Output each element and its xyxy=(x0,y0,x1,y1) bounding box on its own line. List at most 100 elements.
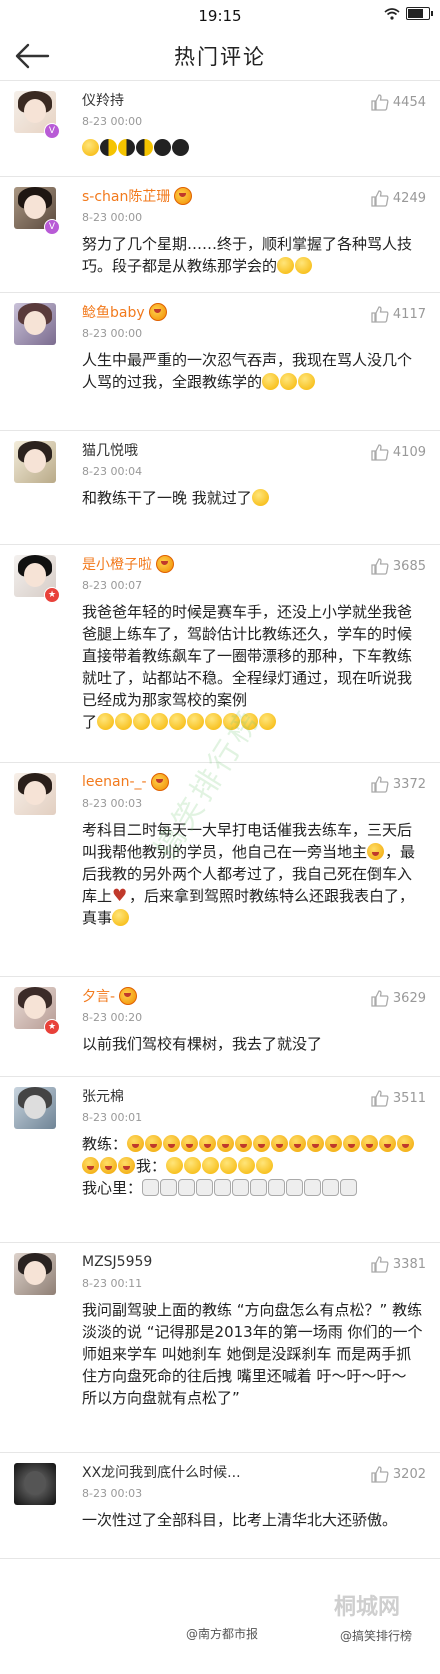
comment-body-mid: 我： xyxy=(136,1157,167,1175)
smile-emoji-icon xyxy=(262,373,280,390)
like-button[interactable]: 3685 xyxy=(371,558,426,575)
sheep-emoji-icon xyxy=(178,1179,196,1196)
wifi-icon xyxy=(384,7,400,20)
thumbs-up-icon xyxy=(371,990,389,1007)
sheep-emoji-icon xyxy=(232,1179,250,1196)
back-arrow-icon[interactable] xyxy=(14,42,50,70)
like-button[interactable]: 4249 xyxy=(371,190,426,207)
cat-emoji-icon xyxy=(151,713,169,730)
angry-emoji-icon xyxy=(127,1135,145,1152)
red-badge-icon: ★ xyxy=(44,1019,60,1035)
angry-emoji-icon xyxy=(145,1135,163,1152)
like-count: 4109 xyxy=(392,445,426,460)
like-count: 3202 xyxy=(392,1467,426,1482)
comment-author[interactable]: 夕言- xyxy=(82,986,115,1006)
comment-text: 我爸爸年轻的时候是赛车手，还没上小学就坐我爸爸腿上练车了，驾龄估计比教练还久，学… xyxy=(82,601,426,733)
dark-moon-emoji-icon xyxy=(172,139,189,156)
like-count: 3685 xyxy=(392,559,426,574)
like-button[interactable]: 4117 xyxy=(371,306,426,323)
comment-author[interactable]: 猫几悦哦 xyxy=(82,440,138,460)
medal-icon xyxy=(148,303,167,321)
smile-emoji-icon xyxy=(220,1157,238,1174)
avatar[interactable] xyxy=(14,1087,56,1129)
cat-emoji-icon xyxy=(241,713,259,730)
like-count: 4454 xyxy=(392,95,426,110)
thumbs-up-icon xyxy=(371,558,389,575)
avatar[interactable] xyxy=(14,1463,56,1505)
comment-list: V 仪羚持 8-23 00:00 4454 V s-chan陈芷珊 8-23 0… xyxy=(0,81,440,1559)
like-button[interactable]: 3372 xyxy=(371,776,426,793)
avatar[interactable] xyxy=(14,441,56,483)
comment-author[interactable]: XX龙问我到底什么时候... xyxy=(82,1462,241,1482)
comment-time: 8-23 00:00 xyxy=(82,115,143,128)
battery-icon xyxy=(406,7,433,20)
moon-emoji-icon xyxy=(136,139,153,156)
comment-time: 8-23 00:00 xyxy=(82,327,143,340)
sheep-emoji-icon xyxy=(286,1179,304,1196)
moon-emoji-icon xyxy=(118,139,135,156)
like-button[interactable]: 4109 xyxy=(371,444,426,461)
comment-time: 8-23 00:04 xyxy=(82,465,143,478)
angry-emoji-icon xyxy=(217,1135,235,1152)
like-button[interactable]: 3629 xyxy=(371,990,426,1007)
red-badge-icon: ★ xyxy=(44,587,60,603)
smile-emoji-icon xyxy=(280,373,298,390)
comment-time: 8-23 00:01 xyxy=(82,1111,143,1124)
smile-emoji-icon xyxy=(298,373,316,390)
avatar[interactable] xyxy=(14,773,56,815)
like-button[interactable]: 3511 xyxy=(371,1090,426,1107)
angry-emoji-icon xyxy=(100,1157,117,1174)
avatar[interactable] xyxy=(14,303,56,345)
cat-emoji-icon xyxy=(133,713,151,730)
page-title: 热门评论 xyxy=(174,45,266,69)
thumbs-up-icon xyxy=(371,1090,389,1107)
like-button[interactable]: 3381 xyxy=(371,1256,426,1273)
comment-text: 考科目二时每天一大早打电话催我去练车，三天后叫我帮他教别的学员，他自己在一旁当地… xyxy=(82,819,426,929)
comment-body: 我爸爸年轻的时候是赛车手，还没上小学就坐我爸爸腿上练车了，驾龄估计比教练还久，学… xyxy=(82,603,413,709)
like-button[interactable]: 3202 xyxy=(371,1466,426,1483)
comment-text: 人生中最严重的一次忍气吞声，我现在骂人没几个人骂的过我，全跟教练学的 xyxy=(82,349,426,393)
angry-emoji-icon xyxy=(397,1135,415,1152)
thumbs-up-icon xyxy=(371,190,389,207)
dark-moon-emoji-icon xyxy=(154,139,171,156)
thumbs-up-icon xyxy=(371,1466,389,1483)
comment-author[interactable]: 张元棉 xyxy=(82,1086,124,1106)
angry-emoji-icon xyxy=(181,1135,199,1152)
like-count: 3381 xyxy=(392,1257,426,1272)
angry-emoji-icon xyxy=(163,1135,181,1152)
cat-emoji-icon xyxy=(223,713,241,730)
comment-body-tail: ，后来拿到驾照时教练特么还跟我表白了，真事 xyxy=(82,887,415,927)
comment-time: 8-23 00:00 xyxy=(82,211,143,224)
comment-author[interactable]: 是小橙子啦 xyxy=(82,554,152,574)
avatar[interactable] xyxy=(14,1253,56,1295)
like-count: 3629 xyxy=(392,991,426,1006)
like-count: 4249 xyxy=(392,191,426,206)
angry-emoji-icon xyxy=(235,1135,253,1152)
comment-author[interactable]: 仪羚持 xyxy=(82,90,124,110)
angry-emoji-icon xyxy=(253,1135,271,1152)
comment-text: 教练： 我： 我心里： xyxy=(82,1133,426,1199)
comment-author[interactable]: leenan-_- xyxy=(82,774,147,790)
sheep-emoji-icon xyxy=(340,1179,358,1196)
cat-emoji-icon xyxy=(205,713,223,730)
comment-author[interactable]: MZSJ5959 xyxy=(82,1254,152,1270)
comment-time: 8-23 00:03 xyxy=(82,1487,143,1500)
comment-item: V s-chan陈芷珊 8-23 00:00 努力了几个星期……终于，顺利掌握了… xyxy=(0,177,440,293)
cat-emoji-icon xyxy=(251,489,269,506)
comment-item: XX龙问我到底什么时候... 8-23 00:03 一次性过了全部科目，比考上清… xyxy=(0,1453,440,1559)
comment-body: 人生中最严重的一次忍气吞声，我现在骂人没几个人骂的过我，全跟教练学的 xyxy=(82,351,413,391)
comment-body: 和教练干了一晚 我就过了 xyxy=(82,489,252,507)
angry-emoji-icon xyxy=(343,1135,361,1152)
angry-emoji-icon xyxy=(361,1135,379,1152)
medal-icon xyxy=(150,773,169,791)
medal-icon xyxy=(174,187,193,205)
comment-time: 8-23 00:11 xyxy=(82,1277,143,1290)
comment-time: 8-23 00:03 xyxy=(82,797,143,810)
angry-emoji-icon xyxy=(367,843,385,860)
sheep-emoji-icon xyxy=(322,1179,340,1196)
comment-author[interactable]: 鲶鱼baby xyxy=(82,302,145,322)
like-button[interactable]: 4454 xyxy=(371,94,426,111)
smile-emoji-icon xyxy=(184,1157,202,1174)
comment-item: 猫几悦哦 8-23 00:04 和教练干了一晚 我就过了 4109 xyxy=(0,431,440,545)
comment-author[interactable]: s-chan陈芷珊 xyxy=(82,186,170,206)
